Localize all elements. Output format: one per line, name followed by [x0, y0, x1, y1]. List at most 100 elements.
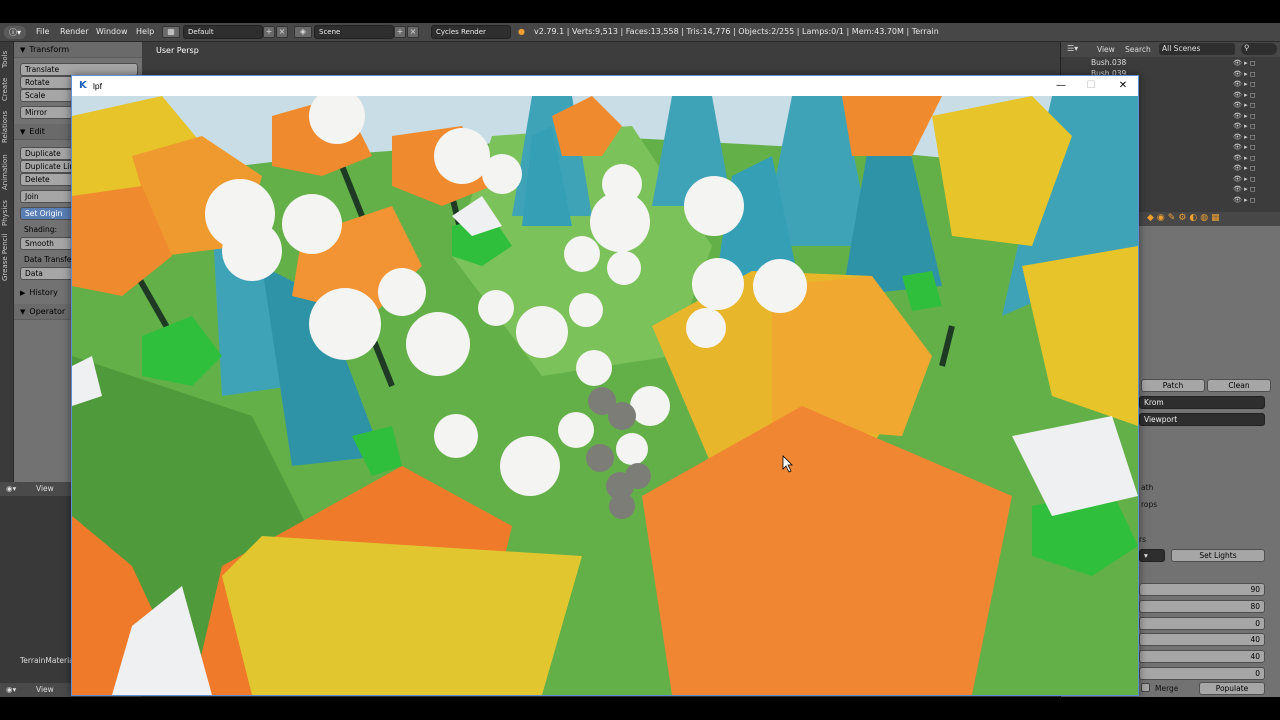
editor-type-icon[interactable]: ◉▾: [6, 484, 16, 493]
path-label: ath: [1141, 483, 1154, 492]
sphere: [222, 221, 282, 281]
kha-logo-icon: K: [79, 80, 87, 91]
number-field[interactable]: 0: [1139, 667, 1265, 680]
sphere: [586, 444, 614, 472]
sphere: [434, 128, 490, 184]
blender-info-header: ⓘ▾ File Render Window Help ▦ Default + ×…: [0, 23, 1280, 42]
populate-button[interactable]: Populate: [1199, 682, 1265, 695]
viewport-select[interactable]: Viewport: [1139, 413, 1265, 426]
property-context-icons[interactable]: ◆◉✎⚙◐◍▦: [1147, 213, 1223, 223]
terrain-material-label: TerrainMaterial: [20, 656, 76, 665]
data-transfer-label: Data Transfer:: [24, 255, 77, 264]
number-field[interactable]: 80: [1139, 600, 1265, 613]
menu-window[interactable]: Window: [96, 27, 128, 36]
sphere: [602, 164, 642, 204]
sphere: [482, 154, 522, 194]
sphere: [309, 288, 381, 360]
collapse-arrow-icon: ▼: [20, 308, 26, 316]
layout-remove-icon[interactable]: ×: [276, 26, 288, 38]
game-window-titlebar[interactable]: K lpf — ☐ ✕: [72, 76, 1138, 96]
scene-remove-icon[interactable]: ×: [407, 26, 419, 38]
number-field[interactable]: 40: [1139, 633, 1265, 646]
large-yellow-block: [222, 536, 582, 695]
render-engine-select[interactable]: Cycles Render: [431, 25, 511, 39]
game-render-viewport[interactable]: [72, 96, 1138, 695]
editor-type-icon[interactable]: ◉▾: [6, 685, 16, 694]
transform-panel-header[interactable]: ▼ Transform: [14, 42, 142, 58]
outliner-scene-select[interactable]: All Scenes: [1159, 43, 1235, 55]
outliner-header: ☰▾ View Search All Scenes ⚲: [1061, 42, 1280, 57]
number-field[interactable]: 40: [1139, 650, 1265, 663]
tab-animation[interactable]: Animation: [1, 150, 13, 194]
menu-render[interactable]: Render: [60, 27, 88, 36]
tab-tools[interactable]: Tools: [1, 46, 13, 72]
visibility-toggle-column[interactable]: 👁 ▸ ◻ 👁 ▸ ◻ 👁 ▸ ◻ 👁 ▸ ◻ 👁 ▸ ◻ 👁 ▸ ◻ 👁 ▸ ◻ 👁 ▸ ◻…: [1233, 58, 1277, 210]
shading-label: Shading:: [24, 225, 57, 234]
outliner-editor-icon[interactable]: ☰▾: [1067, 44, 1078, 53]
low-poly-scene: [72, 96, 1138, 695]
letterbox-bottom: [0, 697, 1280, 720]
renderer-select[interactable]: Krom: [1139, 396, 1265, 409]
menu-file[interactable]: File: [36, 27, 49, 36]
blender-logo-icon: ●: [518, 27, 525, 36]
expand-arrow-icon: ▶: [20, 289, 26, 297]
outliner-search-icon[interactable]: ⚲: [1241, 43, 1277, 55]
sphere: [625, 463, 651, 489]
sphere: [753, 259, 807, 313]
tab-physics[interactable]: Physics: [1, 196, 13, 230]
sphere: [607, 251, 641, 285]
sphere: [569, 293, 603, 327]
layout-select[interactable]: Default: [183, 25, 263, 39]
viewport-perspective-label: User Persp: [156, 46, 199, 55]
sphere: [609, 493, 635, 519]
tool-shelf-tabs: Tools Create Relations Animation Physics…: [0, 42, 14, 482]
set-lights-button[interactable]: Set Lights: [1171, 549, 1265, 562]
edit-title: Edit: [29, 127, 45, 136]
number-field[interactable]: 0: [1139, 617, 1265, 630]
scene-select[interactable]: Scene: [314, 25, 394, 39]
sphere: [406, 312, 470, 376]
outliner-item[interactable]: Bush.038: [1091, 58, 1126, 67]
scene-stats: v2.79.1 | Verts:9,513 | Faces:13,558 | T…: [534, 27, 939, 36]
collapse-arrow-icon: ▼: [20, 46, 26, 54]
sphere: [478, 290, 514, 326]
close-button[interactable]: ✕: [1108, 77, 1138, 95]
sphere: [608, 402, 636, 430]
scene-icon[interactable]: ◈: [294, 26, 312, 38]
sphere: [564, 236, 600, 272]
patch-button[interactable]: Patch: [1141, 379, 1205, 392]
rs-label: rs: [1139, 535, 1146, 544]
outliner-view-menu[interactable]: View: [1097, 45, 1115, 54]
minimize-button[interactable]: —: [1046, 77, 1076, 95]
menu-help[interactable]: Help: [136, 27, 154, 36]
sphere: [558, 412, 594, 448]
operator-title: Operator: [29, 307, 66, 316]
props-label: rops: [1141, 500, 1158, 509]
collapse-arrow-icon: ▼: [20, 128, 26, 136]
merge-checkbox[interactable]: [1141, 683, 1150, 692]
sphere: [686, 308, 726, 348]
lights-select[interactable]: ▾: [1139, 549, 1165, 562]
outliner-search-menu[interactable]: Search: [1125, 45, 1151, 54]
tab-relations[interactable]: Relations: [1, 106, 13, 148]
history-title: History: [29, 288, 58, 297]
layout-add-icon[interactable]: +: [263, 26, 275, 38]
sphere: [692, 258, 744, 310]
info-editor-icon[interactable]: ⓘ▾: [4, 26, 26, 39]
screen: ⓘ▾ File Render Window Help ▦ Default + ×…: [0, 0, 1280, 720]
bottom-view-menu[interactable]: View: [36, 685, 54, 694]
layout-grid-icon[interactable]: ▦: [162, 26, 180, 38]
number-field[interactable]: 90: [1139, 583, 1265, 596]
tab-grease-pencil[interactable]: Grease Pencil: [1, 232, 13, 282]
scene-add-icon[interactable]: +: [394, 26, 406, 38]
maximize-button[interactable]: ☐: [1076, 77, 1106, 95]
tab-create[interactable]: Create: [1, 74, 13, 104]
clean-button[interactable]: Clean: [1207, 379, 1271, 392]
game-window[interactable]: K lpf — ☐ ✕: [71, 75, 1139, 696]
view-menu[interactable]: View: [36, 484, 54, 493]
sphere: [282, 194, 342, 254]
sphere: [576, 350, 612, 386]
sphere: [616, 433, 648, 465]
transform-title: Transform: [29, 45, 70, 54]
sphere: [378, 268, 426, 316]
